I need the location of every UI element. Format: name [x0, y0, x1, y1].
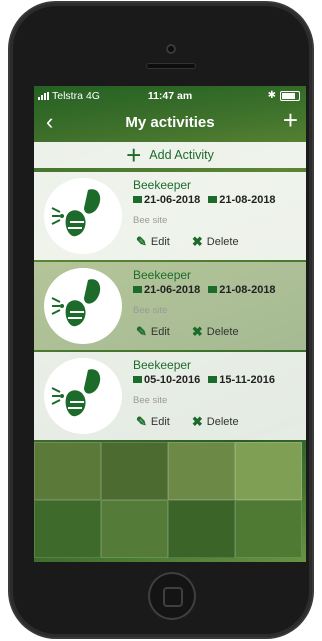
app-screen: Telstra 4G 11:47 am ✱ ‹ My activities + …: [34, 86, 306, 562]
edit-label: Edit: [150, 416, 170, 428]
activity-card[interactable]: Beekeeper 05-10-2016 15-11-2016 Bee site…: [34, 352, 306, 440]
end-date: 21-08-2018: [219, 284, 276, 296]
edit-label: Edit: [150, 326, 170, 338]
bee-logo-icon: [44, 358, 122, 434]
delete-button[interactable]: ✖ Delete: [192, 234, 239, 250]
calendar-icon: [133, 376, 142, 383]
activity-dates: 21-06-2018 21-08-2018: [133, 194, 276, 206]
edit-button[interactable]: ✎ Edit: [136, 414, 170, 430]
activity-title: Beekeeper: [133, 178, 192, 192]
pencil-icon: ✎: [136, 324, 147, 339]
bee-logo-icon: [44, 268, 122, 344]
plus-icon: +: [126, 140, 142, 170]
delete-label: Delete: [206, 416, 239, 428]
activity-site: Bee site: [133, 305, 168, 316]
calendar-icon: [208, 196, 218, 203]
pencil-icon: ✎: [136, 234, 147, 249]
activity-dates: 05-10-2016 15-11-2016: [133, 374, 275, 386]
status-time: 11:47 am: [147, 90, 193, 102]
delete-button[interactable]: ✖ Delete: [192, 324, 239, 340]
calendar-icon: [208, 376, 218, 383]
close-icon: ✖: [191, 234, 203, 249]
activity-dates: 21-06-2018 21-08-2018: [133, 284, 276, 296]
add-activity-button[interactable]: + Add Activity: [34, 142, 306, 168]
plus-icon[interactable]: +: [283, 106, 298, 134]
page-title: My activities: [125, 114, 215, 131]
edit-label: Edit: [150, 236, 170, 248]
start-date: 21-06-2018: [144, 284, 201, 296]
close-icon: ✖: [191, 414, 203, 429]
add-activity-label: Add Activity: [149, 148, 214, 162]
edit-button[interactable]: ✎ Edit: [136, 324, 170, 340]
front-camera: [166, 44, 176, 54]
navigation-bar: ‹ My activities +: [34, 106, 306, 140]
start-date: 21-06-2018: [144, 194, 201, 206]
activity-actions: ✎ Edit ✖ Delete: [136, 324, 239, 340]
delete-button[interactable]: ✖ Delete: [192, 414, 239, 430]
calendar-icon: [133, 196, 142, 203]
activity-title: Beekeeper: [133, 268, 192, 282]
edit-button[interactable]: ✎ Edit: [136, 234, 170, 250]
calendar-icon: [208, 286, 218, 293]
end-date: 15-11-2016: [219, 374, 275, 386]
activity-card[interactable]: Beekeeper 21-06-2018 21-08-2018 Bee site…: [34, 172, 306, 260]
activity-site: Bee site: [133, 215, 168, 226]
delete-label: Delete: [206, 326, 239, 338]
activity-title: Beekeeper: [133, 358, 192, 372]
status-bar: Telstra 4G 11:47 am ✱: [34, 86, 306, 106]
background-photo-grid: [34, 442, 306, 562]
bluetooth-icon: ✱: [267, 90, 276, 101]
earpiece-speaker: [146, 63, 196, 69]
home-button[interactable]: [148, 572, 196, 620]
phone-frame: Telstra 4G 11:47 am ✱ ‹ My activities + …: [10, 3, 312, 637]
close-icon: ✖: [191, 324, 203, 339]
pencil-icon: ✎: [136, 414, 147, 429]
calendar-icon: [133, 286, 142, 293]
bee-logo-icon: [44, 178, 122, 254]
activity-card[interactable]: Beekeeper 21-06-2018 21-08-2018 Bee site…: [34, 262, 306, 350]
battery-icon: [280, 90, 300, 101]
delete-label: Delete: [206, 236, 239, 248]
activity-actions: ✎ Edit ✖ Delete: [136, 234, 239, 250]
end-date: 21-08-2018: [219, 194, 276, 206]
activity-site: Bee site: [133, 395, 168, 406]
start-date: 05-10-2016: [144, 374, 201, 386]
activity-actions: ✎ Edit ✖ Delete: [136, 414, 239, 430]
